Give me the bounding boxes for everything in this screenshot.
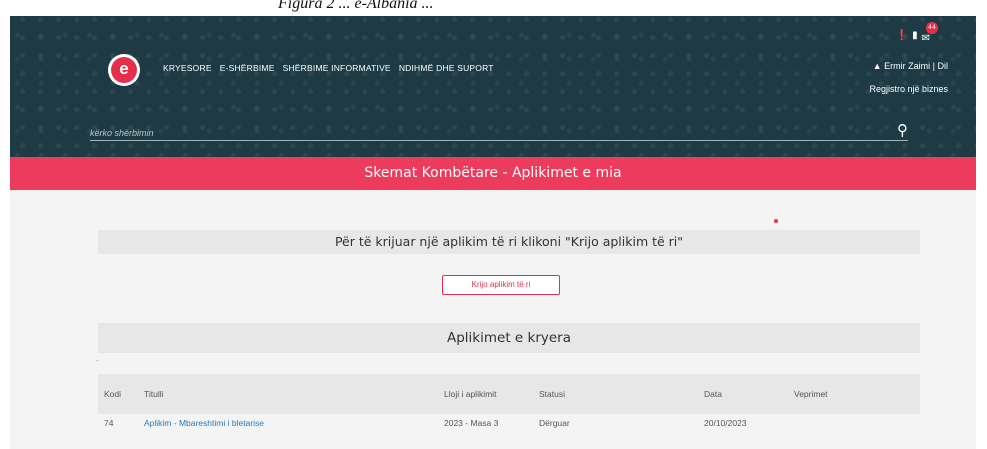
cell-status: Dërguar <box>533 414 698 432</box>
nav-item-kryesore[interactable]: KRYESORE <box>163 63 212 73</box>
cell-code: 74 <box>98 414 138 432</box>
column-header: Kodi <box>104 389 122 399</box>
search-bar: ⚲ <box>90 121 908 143</box>
main-content: Për të krijuar një aplikim të ri klikoni… <box>10 190 976 449</box>
table-row: 74 Aplikim - Mbareshtimi i bletarise 202… <box>98 414 920 432</box>
results-heading: Aplikimet e kryera <box>98 323 920 353</box>
column-header: Titulli <box>144 389 164 399</box>
site-header: e KRYESORE E-SHËRBIME SHËRBIME INFORMATI… <box>10 16 976 157</box>
header-icons: ❗ ▮ ✉ 44 <box>896 22 938 45</box>
nav-item-sherbime-informative[interactable]: SHËRBIME INFORMATIVE <box>283 63 391 73</box>
e-albania-logo[interactable]: e <box>108 54 140 86</box>
nav-item-ndihme-dhe-suport[interactable]: NDIHMË DHE SUPORT <box>399 63 494 73</box>
main-nav: KRYESORE E-SHËRBIME SHËRBIME INFORMATIVE… <box>163 63 494 73</box>
marker-dot <box>774 219 778 223</box>
column-header: Data <box>704 389 722 399</box>
user-menu[interactable]: ▲ Ermir Zaimi | Dil <box>873 61 948 71</box>
user-icon: ▲ <box>872 61 885 71</box>
search-input[interactable] <box>90 123 880 143</box>
notification-badge: 44 <box>926 22 938 34</box>
column-header: Veprimet <box>794 389 828 399</box>
cell-type: 2023 - Masa 3 <box>438 414 533 432</box>
applications-table: Kodi Titulli Lloji i aplikimit Statusi D… <box>98 374 920 432</box>
bookmark-icon[interactable]: ▮ <box>912 30 918 41</box>
nav-item-e-sherbime[interactable]: E-SHËRBIME <box>220 63 275 73</box>
instruction-heading: Për të krijuar një aplikim të ri klikoni… <box>98 230 920 254</box>
notification-icon[interactable]: ❗ <box>896 30 908 41</box>
mail-icon[interactable]: ✉ 44 <box>922 22 938 45</box>
separator-dash: - <box>96 356 99 365</box>
cell-actions <box>788 414 920 432</box>
create-application-button[interactable]: Krijo aplikim të ri <box>442 275 560 295</box>
cell-title-link[interactable]: Aplikim - Mbareshtimi i bletarise <box>138 414 438 432</box>
page-title: Skemat Kombëtare - Aplikimet e mia <box>364 165 622 181</box>
page-title-bar: Skemat Kombëtare - Aplikimet e mia <box>10 157 976 190</box>
column-header: Statusi <box>539 389 565 399</box>
table-header-row: Kodi Titulli Lloji i aplikimit Statusi D… <box>98 374 920 414</box>
search-icon[interactable]: ⚲ <box>897 121 908 139</box>
figure-caption: Figura 2 ... e-Albania ... <box>0 0 987 16</box>
cell-date: 20/10/2023 <box>698 414 788 432</box>
column-header: Lloji i aplikimit <box>444 389 497 399</box>
register-business-link[interactable]: Regjistro një biznes <box>869 84 948 94</box>
